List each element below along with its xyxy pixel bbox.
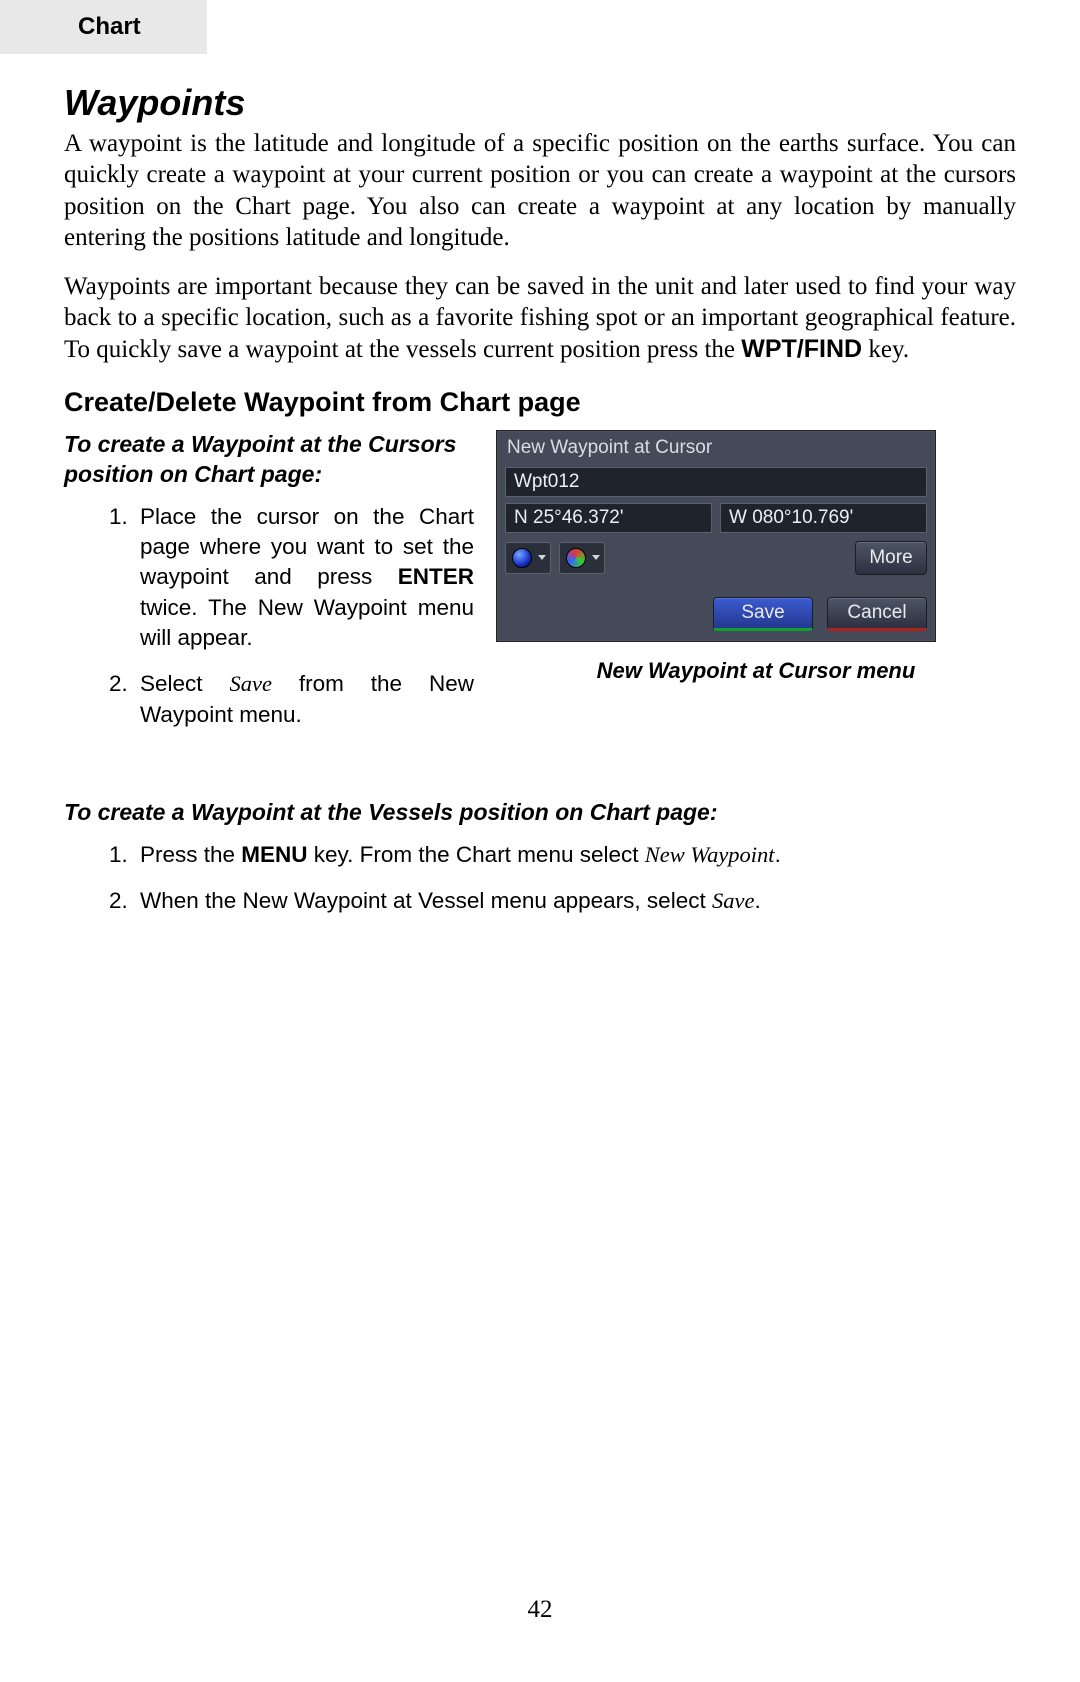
longitude-field[interactable]: W 080°10.769' (720, 503, 927, 533)
waypoint-name-field[interactable]: Wpt012 (505, 467, 927, 497)
instruction-cursor-step-1: Place the cursor on the Chart page where… (134, 502, 474, 654)
vstep1-post: . (775, 842, 781, 867)
latitude-field[interactable]: N 25°46.372' (505, 503, 712, 533)
new-waypoint-dialog: New Waypoint at Cursor Wpt012 N 25°46.37… (496, 430, 936, 642)
page-number: 42 (0, 1596, 1080, 1624)
color-wheel-icon (566, 548, 586, 568)
instruction-vessel-title: To create a Waypoint at the Vessels posi… (64, 798, 1016, 828)
vstep2-post: . (754, 888, 760, 913)
instruction-vessel-steps: Press the MENU key. From the Chart menu … (64, 840, 1016, 917)
instruction-cursor-step-2: Select Save from the New Waypoint menu. (134, 669, 474, 730)
chapter-tab-label: Chart (78, 13, 141, 41)
chevron-down-icon (592, 555, 600, 560)
step1-post: twice. The New Waypoint menu will appear… (140, 595, 474, 650)
save-button[interactable]: Save (713, 597, 813, 631)
instruction-vessel-step-1: Press the MENU key. From the Chart menu … (134, 840, 1016, 870)
chevron-down-icon (538, 555, 546, 560)
waypoint-icon (512, 548, 532, 568)
vstep1-mid: key. From the Chart menu select (308, 842, 645, 867)
instruction-vessel-step-2: When the New Waypoint at Vessel menu app… (134, 886, 1016, 916)
chapter-tab: Chart (0, 0, 207, 54)
enter-key: ENTER (398, 564, 474, 589)
menu-key: MENU (241, 842, 307, 867)
figure-caption: New Waypoint at Cursor menu (496, 658, 1016, 684)
step2-pre: Select (140, 671, 229, 696)
intro-paragraph-2: Waypoints are important because they can… (64, 271, 1016, 365)
instruction-cursor-steps: Place the cursor on the Chart page where… (64, 502, 474, 731)
subheading-create-delete: Create/Delete Waypoint from Chart page (64, 387, 1016, 418)
icon-select[interactable] (505, 542, 551, 574)
save-menu-item: Save (229, 671, 271, 696)
save-menu-item-2: Save (712, 888, 754, 913)
cancel-button[interactable]: Cancel (827, 597, 927, 631)
new-waypoint-menu-item: New Waypoint (645, 842, 775, 867)
vstep2-pre: When the New Waypoint at Vessel menu app… (140, 888, 712, 913)
wpt-find-key: WPT/FIND (741, 335, 862, 363)
para2-text-post: key. (862, 336, 909, 363)
vstep1-pre: Press the (140, 842, 241, 867)
page-title: Waypoints (64, 82, 1016, 124)
color-select[interactable] (559, 542, 605, 574)
more-button[interactable]: More (855, 541, 927, 575)
dialog-title: New Waypoint at Cursor (497, 431, 935, 467)
instruction-cursor-title: To create a Waypoint at the Cursors posi… (64, 430, 474, 490)
intro-paragraph-1: A waypoint is the latitude and longitude… (64, 128, 1016, 253)
